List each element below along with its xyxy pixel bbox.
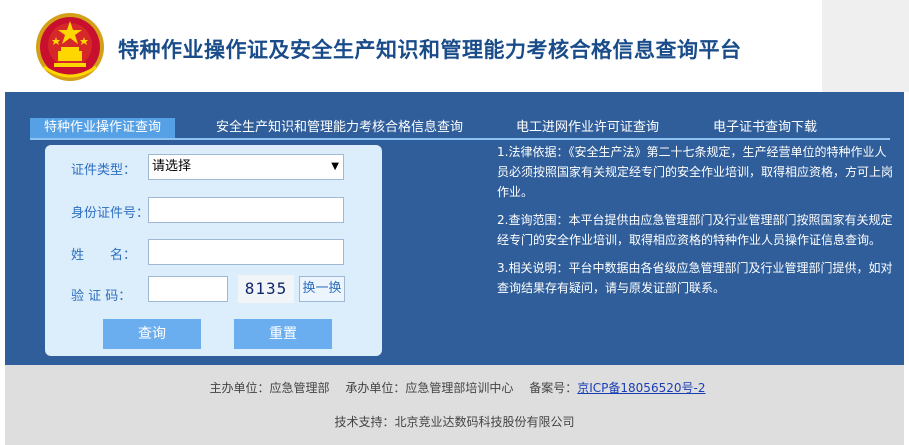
refresh-captcha-button[interactable]: 换一换 [299, 276, 345, 302]
id-number-label: 身份证件号： [71, 206, 150, 221]
captcha-input[interactable] [148, 276, 228, 302]
header-side-panel [822, 0, 909, 92]
chevron-down-icon: ▼ [331, 161, 339, 172]
cert-type-select[interactable]: 请选择 ▼ [148, 154, 344, 180]
site-title: 特种作业操作证及安全生产知识和管理能力考核合格信息查询平台 [118, 38, 742, 62]
icp-link[interactable]: 京ICP备18056520号-2 [577, 381, 705, 395]
tab-electrician-permit[interactable]: 电工进网作业许可证查询 [516, 118, 659, 138]
national-emblem-icon [36, 13, 104, 81]
tab-e-certificate[interactable]: 电子证书查询下载 [713, 118, 817, 138]
footer-organizer: 主办单位：应急管理部 [209, 381, 330, 395]
footer-support: 技术支持：北京竞业达数码科技股份有限公司 [334, 415, 575, 429]
info-panel: 1.法律依据：《安全生产法》第二十七条规定，生产经营单位的特种作业人员必须按照国… [497, 142, 897, 306]
footer-icp-label: 备案号： [529, 381, 578, 395]
page-footer: 主办单位：应急管理部 承办单位：应急管理部培训中心 备案号：京ICP备18056… [5, 365, 904, 445]
info-related-notes: 3.相关说明：平台中数据由各省级应急管理部门及行业管理部门提供，如对查询结果存有… [497, 261, 893, 295]
captcha-label: 验 证 码： [71, 289, 132, 304]
reset-button[interactable]: 重置 [234, 319, 332, 349]
footer-info-line: 主办单位：应急管理部 承办单位：应急管理部培训中心 备案号：京ICP备18056… [5, 379, 904, 396]
tab-bar: 特种作业操作证查询 安全生产知识和管理能力考核合格信息查询 电工进网作业许可证查… [30, 118, 900, 138]
id-number-input[interactable] [148, 197, 344, 223]
info-query-scope: 2.查询范围：本平台提供由应急管理部门及行业管理部门按照国家有关规定经专门的安全… [497, 213, 893, 247]
info-legal-basis: 1.法律依据：《安全生产法》第二十七条规定，生产经营单位的特种作业人员必须按照国… [497, 145, 894, 199]
tab-safety-knowledge[interactable]: 安全生产知识和管理能力考核合格信息查询 [216, 118, 463, 138]
tab-underline [30, 138, 890, 140]
cert-type-label: 证件类型： [71, 163, 137, 178]
footer-undertaker: 承办单位：应急管理部培训中心 [345, 381, 514, 395]
cert-type-value: 请选择 [152, 159, 192, 174]
captcha-image[interactable]: 8135 [238, 275, 294, 303]
tab-special-operation-cert[interactable]: 特种作业操作证查询 [30, 118, 176, 138]
main-panel: 特种作业操作证查询 安全生产知识和管理能力考核合格信息查询 电工进网作业许可证查… [5, 92, 904, 365]
query-form: 证件类型： 请选择 ▼ 身份证件号： 姓 名： 验 证 码： 8135 换一换 … [45, 145, 382, 356]
query-button[interactable]: 查询 [103, 319, 201, 349]
name-label: 姓 名： [71, 248, 137, 263]
name-input[interactable] [148, 239, 344, 265]
page-header: 特种作业操作证及安全生产知识和管理能力考核合格信息查询平台 [0, 0, 909, 92]
